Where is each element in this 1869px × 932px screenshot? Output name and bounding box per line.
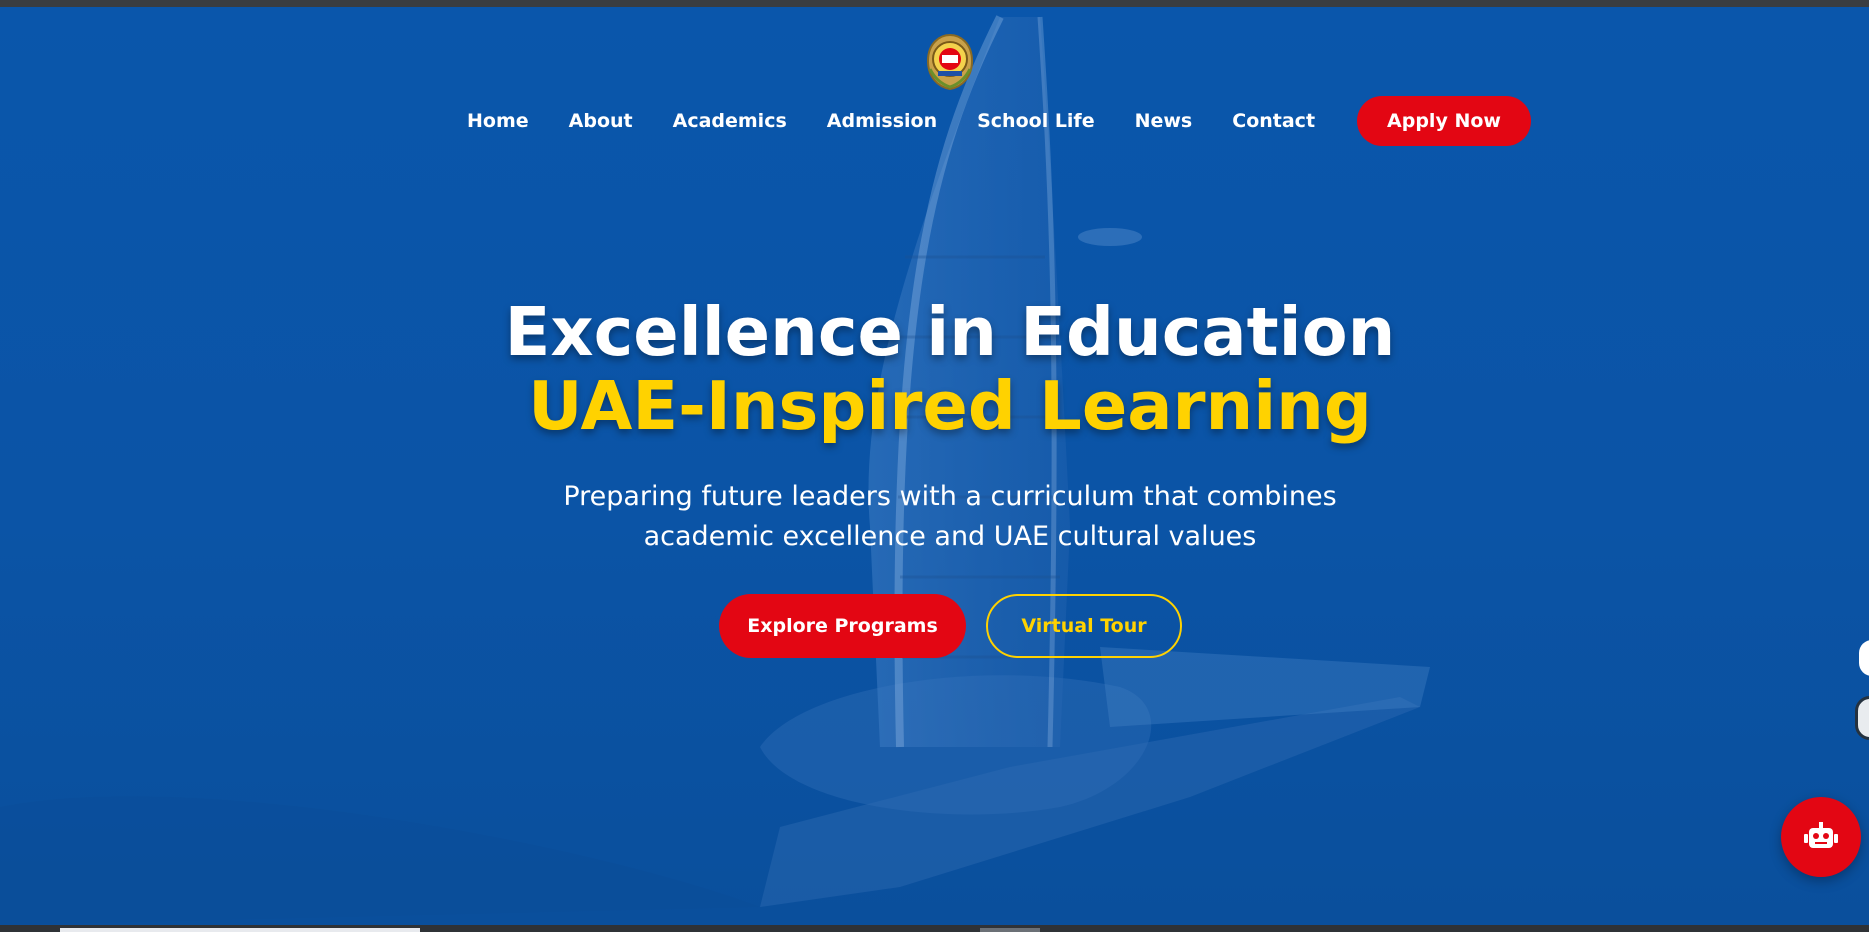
hero-subtitle: Preparing future leaders with a curricul…	[0, 477, 1869, 557]
nav-academics[interactable]: Academics	[673, 110, 787, 132]
browser-top-bar	[0, 0, 1869, 7]
hero-subtitle-line2: academic excellence and UAE cultural val…	[643, 521, 1257, 552]
side-floating-widget[interactable]	[1855, 696, 1869, 740]
hero-title-line2: UAE-Inspired Learning	[528, 367, 1372, 445]
scroll-indicator-secondary	[980, 928, 1040, 932]
nav-home[interactable]: Home	[467, 110, 529, 132]
explore-programs-button[interactable]: Explore Programs	[719, 594, 966, 658]
nav-admission[interactable]: Admission	[827, 110, 937, 132]
browser-bottom-bar	[0, 925, 1869, 932]
robot-icon	[1804, 822, 1838, 848]
scroll-indicator	[60, 928, 420, 932]
nav-school-life[interactable]: School Life	[977, 110, 1094, 132]
school-crest-logo[interactable]	[922, 31, 978, 93]
chatbot-button[interactable]	[1781, 797, 1861, 877]
hero-title-line1: Excellence in Education	[504, 293, 1396, 371]
nav-news[interactable]: News	[1135, 110, 1193, 132]
virtual-tour-button[interactable]: Virtual Tour	[986, 594, 1182, 658]
hero-title: Excellence in Education UAE-Inspired Lea…	[0, 295, 1869, 443]
hero-section: Home About Academics Admission School Li…	[0, 7, 1869, 925]
crest-icon	[926, 33, 974, 91]
apply-now-button[interactable]: Apply Now	[1357, 96, 1531, 146]
main-navigation: Home About Academics Admission School Li…	[467, 95, 1531, 147]
side-floating-tab[interactable]	[1859, 640, 1869, 676]
hero-subtitle-line1: Preparing future leaders with a curricul…	[563, 481, 1337, 512]
nav-about[interactable]: About	[569, 110, 633, 132]
nav-contact[interactable]: Contact	[1232, 110, 1315, 132]
